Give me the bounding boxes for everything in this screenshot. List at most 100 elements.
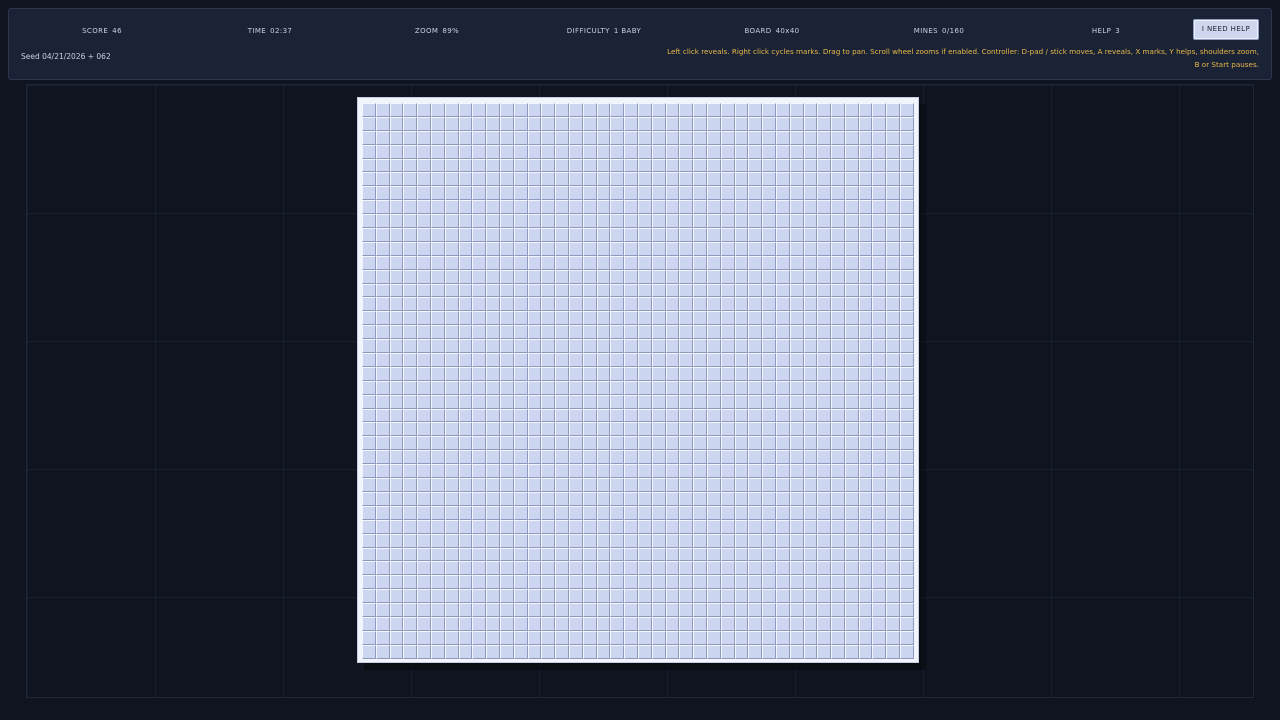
board-cell[interactable]: [610, 200, 625, 215]
board-cell[interactable]: [734, 589, 749, 604]
board-cell[interactable]: [499, 561, 514, 576]
board-cell[interactable]: [403, 297, 418, 312]
board-cell[interactable]: [858, 311, 873, 326]
board-cell[interactable]: [886, 269, 901, 284]
board-cell[interactable]: [831, 519, 845, 534]
board-cell[interactable]: [499, 436, 514, 451]
board-cell[interactable]: [541, 200, 556, 215]
board-cell[interactable]: [817, 464, 832, 479]
board-cell[interactable]: [720, 297, 735, 312]
board-cell[interactable]: [568, 144, 583, 159]
board-cell[interactable]: [679, 450, 694, 465]
board-cell[interactable]: [637, 339, 652, 354]
board-cell[interactable]: [527, 547, 542, 562]
board-cell[interactable]: [775, 450, 790, 465]
board-cell[interactable]: [789, 408, 804, 423]
board-cell[interactable]: [458, 616, 473, 631]
board-cell[interactable]: [775, 214, 790, 229]
board-cell[interactable]: [499, 589, 514, 604]
board-cell[interactable]: [555, 450, 569, 465]
board-cell[interactable]: [403, 214, 418, 229]
board-cell[interactable]: [610, 186, 625, 201]
board-cell[interactable]: [748, 505, 763, 520]
board-cell[interactable]: [568, 644, 583, 659]
board-cell[interactable]: [555, 130, 569, 145]
board-cell[interactable]: [637, 380, 652, 395]
board-cell[interactable]: [734, 478, 749, 492]
board-cell[interactable]: [706, 589, 721, 604]
board-cell[interactable]: [844, 116, 859, 131]
board-cell[interactable]: [541, 533, 556, 548]
board-cell[interactable]: [513, 116, 528, 131]
board-cell[interactable]: [693, 200, 707, 215]
board-cell[interactable]: [651, 505, 666, 520]
board-cell[interactable]: [389, 478, 404, 492]
board-cell[interactable]: [858, 269, 873, 284]
board-cell[interactable]: [817, 228, 832, 242]
board-cell[interactable]: [430, 408, 445, 423]
board-cell[interactable]: [444, 325, 459, 340]
board-cell[interactable]: [527, 589, 542, 604]
board-cell[interactable]: [637, 144, 652, 159]
board-cell[interactable]: [720, 561, 735, 576]
board-cell[interactable]: [444, 422, 459, 437]
board-cell[interactable]: [375, 603, 390, 617]
board-cell[interactable]: [762, 575, 776, 590]
board-cell[interactable]: [389, 519, 404, 534]
board-cell[interactable]: [637, 366, 652, 381]
board-cell[interactable]: [472, 186, 487, 201]
board-cell[interactable]: [734, 144, 749, 159]
board-cell[interactable]: [362, 158, 376, 173]
board-cell[interactable]: [803, 380, 818, 395]
board-cell[interactable]: [872, 561, 887, 576]
board-cell[interactable]: [499, 603, 514, 617]
board-cell[interactable]: [748, 547, 763, 562]
board-cell[interactable]: [568, 575, 583, 590]
board-cell[interactable]: [762, 394, 776, 409]
board-cell[interactable]: [693, 241, 707, 256]
board-cell[interactable]: [430, 200, 445, 215]
board-cell[interactable]: [582, 464, 597, 479]
board-cell[interactable]: [651, 547, 666, 562]
board-cell[interactable]: [486, 172, 500, 187]
board-cell[interactable]: [858, 116, 873, 131]
board-cell[interactable]: [624, 436, 638, 451]
board-cell[interactable]: [568, 311, 583, 326]
board-cell[interactable]: [403, 616, 418, 631]
board-cell[interactable]: [624, 547, 638, 562]
board-cell[interactable]: [665, 589, 680, 604]
board-cell[interactable]: [541, 214, 556, 229]
board-cell[interactable]: [693, 158, 707, 173]
board-cell[interactable]: [362, 214, 376, 229]
board-cell[interactable]: [389, 297, 404, 312]
board-cell[interactable]: [831, 255, 845, 270]
board-cell[interactable]: [555, 547, 569, 562]
board-cell[interactable]: [665, 616, 680, 631]
board-cell[interactable]: [541, 158, 556, 173]
board-cell[interactable]: [775, 353, 790, 367]
board-cell[interactable]: [444, 144, 459, 159]
board-cell[interactable]: [748, 380, 763, 395]
board-cell[interactable]: [817, 436, 832, 451]
board-cell[interactable]: [375, 533, 390, 548]
board-cell[interactable]: [362, 353, 376, 367]
board-cell[interactable]: [817, 283, 832, 298]
board-cell[interactable]: [610, 325, 625, 340]
board-cell[interactable]: [568, 158, 583, 173]
board-cell[interactable]: [734, 172, 749, 187]
board-cell[interactable]: [651, 519, 666, 534]
board-cell[interactable]: [458, 519, 473, 534]
board-cell[interactable]: [486, 519, 500, 534]
board-cell[interactable]: [803, 130, 818, 145]
board-cell[interactable]: [817, 366, 832, 381]
board-cell[interactable]: [803, 366, 818, 381]
board-cell[interactable]: [706, 130, 721, 145]
board-cell[interactable]: [679, 200, 694, 215]
board-cell[interactable]: [389, 491, 404, 506]
board-cell[interactable]: [872, 408, 887, 423]
board-cell[interactable]: [624, 228, 638, 242]
board-cell[interactable]: [499, 255, 514, 270]
board-cell[interactable]: [624, 130, 638, 145]
board-cell[interactable]: [693, 269, 707, 284]
board-cell[interactable]: [637, 200, 652, 215]
